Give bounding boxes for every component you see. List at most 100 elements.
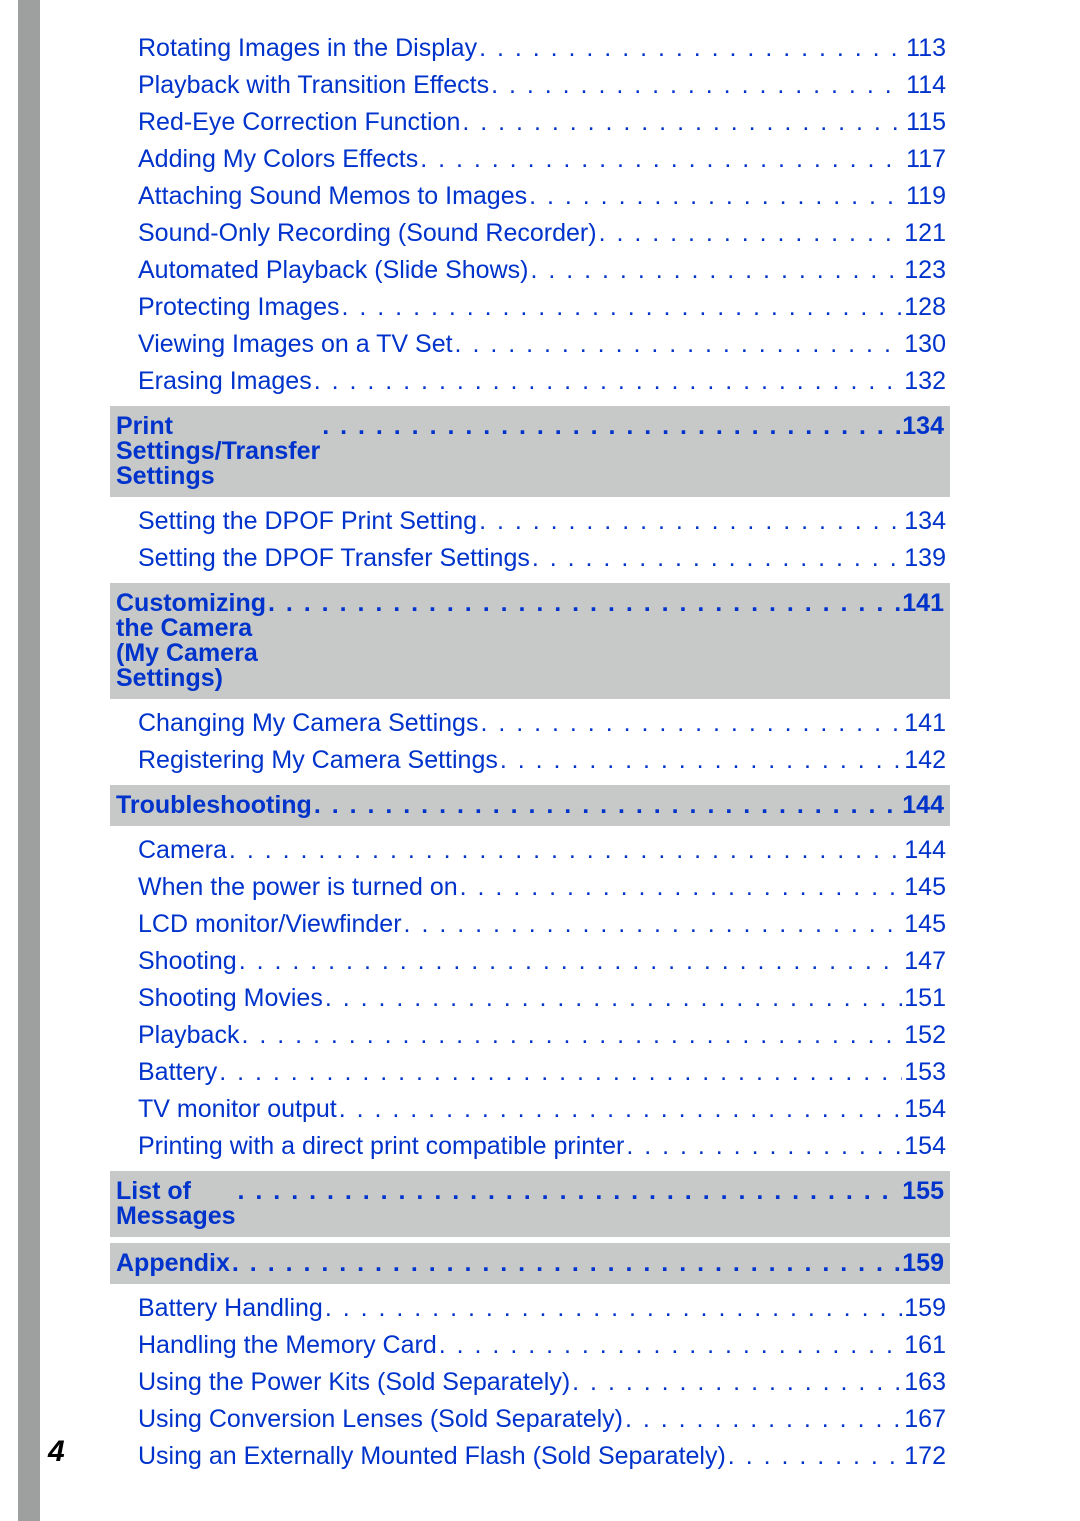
toc-title: Shooting Movies xyxy=(138,986,323,1011)
toc-leader-dots: . . . . . . . . . . . . . . . . . . . . … xyxy=(325,1296,902,1321)
toc-page: 130 xyxy=(904,332,946,357)
toc-leader-dots: . . . . . . . . . . . . . . . . . . . . … xyxy=(599,221,903,246)
toc-entry-row[interactable]: LCD monitor/Viewfinder. . . . . . . . . … xyxy=(110,906,950,943)
toc-section-row[interactable]: Customizing the Camera (My Camera Settin… xyxy=(110,583,950,699)
toc-leader-dots: . . . . . . . . . . . . . . . . . . . . … xyxy=(530,258,902,283)
toc-entry-row[interactable]: Shooting. . . . . . . . . . . . . . . . … xyxy=(110,943,950,980)
toc-leader-dots: . . . . . . . . . . . . . . . . . . . . … xyxy=(491,73,904,98)
toc-section-row[interactable]: Appendix. . . . . . . . . . . . . . . . … xyxy=(110,1243,950,1284)
toc-entry-row[interactable]: Battery. . . . . . . . . . . . . . . . .… xyxy=(110,1054,950,1091)
toc-title: Using an Externally Mounted Flash (Sold … xyxy=(138,1444,726,1469)
toc-entry-row[interactable]: Battery Handling. . . . . . . . . . . . … xyxy=(110,1290,950,1327)
toc-page: 114 xyxy=(906,73,946,98)
toc-entry-row[interactable]: Automated Playback (Slide Shows). . . . … xyxy=(110,252,950,289)
toc-title: Customizing the Camera (My Camera Settin… xyxy=(116,591,266,691)
toc-title: Viewing Images on a TV Set xyxy=(138,332,453,357)
toc-entry-row[interactable]: TV monitor output. . . . . . . . . . . .… xyxy=(110,1091,950,1128)
toc-page: 147 xyxy=(904,949,946,974)
toc-page: 159 xyxy=(902,1251,944,1276)
toc-entry-row[interactable]: Setting the DPOF Transfer Settings. . . … xyxy=(110,540,950,577)
toc-leader-dots: . . . . . . . . . . . . . . . . . . . . … xyxy=(322,414,900,439)
toc-section-row[interactable]: Troubleshooting. . . . . . . . . . . . .… xyxy=(110,785,950,826)
toc-entry-row[interactable]: Red-Eye Correction Function. . . . . . .… xyxy=(110,104,950,141)
toc-page: 119 xyxy=(906,184,946,209)
toc-leader-dots: . . . . . . . . . . . . . . . . . . . . … xyxy=(480,711,902,736)
toc-entry-row[interactable]: Using the Power Kits (Sold Separately). … xyxy=(110,1364,950,1401)
toc-leader-dots: . . . . . . . . . . . . . . . . . . . . … xyxy=(342,295,903,320)
toc-title: Adding My Colors Effects xyxy=(138,147,418,172)
toc-title: Setting the DPOF Print Setting xyxy=(138,509,477,534)
toc-title: List of Messages xyxy=(116,1179,236,1229)
toc-title: Battery xyxy=(138,1060,217,1085)
toc-title: Sound-Only Recording (Sound Recorder) xyxy=(138,221,597,246)
left-margin-bar xyxy=(18,0,40,1521)
toc-title: Red-Eye Correction Function xyxy=(138,110,460,135)
toc-title: Setting the DPOF Transfer Settings xyxy=(138,546,530,571)
toc-title: Playback xyxy=(138,1023,239,1048)
toc-page: 151 xyxy=(904,986,946,1011)
toc-title: TV monitor output xyxy=(138,1097,337,1122)
toc-leader-dots: . . . . . . . . . . . . . . . . . . . . … xyxy=(439,1333,903,1358)
toc-page: 154 xyxy=(904,1097,946,1122)
toc-entry-row[interactable]: Handling the Memory Card. . . . . . . . … xyxy=(110,1327,950,1364)
toc-leader-dots: . . . . . . . . . . . . . . . . . . . . … xyxy=(232,1251,900,1276)
toc-page: 144 xyxy=(902,793,944,818)
toc-page: 142 xyxy=(904,748,946,773)
toc-leader-dots: . . . . . . . . . . . . . . . . . . . . … xyxy=(241,1023,902,1048)
toc-page: 121 xyxy=(904,221,946,246)
toc-leader-dots: . . . . . . . . . . . . . . . . . . . . … xyxy=(238,1179,901,1204)
toc-title: Rotating Images in the Display xyxy=(138,36,477,61)
toc-title: Changing My Camera Settings xyxy=(138,711,478,736)
toc-entry-row[interactable]: Attaching Sound Memos to Images. . . . .… xyxy=(110,178,950,215)
toc-entry-row[interactable]: When the power is turned on. . . . . . .… xyxy=(110,869,950,906)
toc-title: Handling the Memory Card xyxy=(138,1333,437,1358)
toc-page: 141 xyxy=(902,591,944,616)
table-of-contents: Rotating Images in the Display . . . . . … xyxy=(110,30,950,1475)
toc-page: 153 xyxy=(904,1060,946,1085)
toc-title: Print Settings/Transfer Settings xyxy=(116,414,320,489)
toc-section-row[interactable]: List of Messages. . . . . . . . . . . . … xyxy=(110,1171,950,1237)
toc-entry-row[interactable]: Protecting Images. . . . . . . . . . . .… xyxy=(110,289,950,326)
toc-entry-row[interactable]: Using Conversion Lenses (Sold Separately… xyxy=(110,1401,950,1438)
toc-section-row[interactable]: Print Settings/Transfer Settings. . . . … xyxy=(110,406,950,497)
toc-entry-row[interactable]: Viewing Images on a TV Set. . . . . . . … xyxy=(110,326,950,363)
toc-leader-dots: . . . . . . . . . . . . . . . . . . . . … xyxy=(625,1407,902,1432)
toc-entry-row[interactable]: Setting the DPOF Print Setting. . . . . … xyxy=(110,503,950,540)
toc-title: When the power is turned on xyxy=(138,875,458,900)
toc-leader-dots: . . . . . . . . . . . . . . . . . . . . … xyxy=(420,147,904,172)
toc-leader-dots: . . . . . . . . . . . . . . . . . . . . … xyxy=(229,838,902,863)
toc-page: 123 xyxy=(904,258,946,283)
toc-entry-row[interactable]: Playback. . . . . . . . . . . . . . . . … xyxy=(110,1017,950,1054)
toc-page: 159 xyxy=(904,1296,946,1321)
toc-entry-row[interactable]: Shooting Movies. . . . . . . . . . . . .… xyxy=(110,980,950,1017)
toc-title: Appendix xyxy=(116,1251,230,1276)
toc-entry-row[interactable]: Erasing Images. . . . . . . . . . . . . … xyxy=(110,363,950,400)
toc-leader-dots: . . . . . . . . . . . . . . . . . . . . … xyxy=(339,1097,903,1122)
toc-leader-dots: . . . . . . . . . . . . . . . . . . . . … xyxy=(325,986,902,1011)
toc-entry-row[interactable]: Using an Externally Mounted Flash (Sold … xyxy=(110,1438,950,1475)
toc-title: Attaching Sound Memos to Images xyxy=(138,184,527,209)
toc-title: Camera xyxy=(138,838,227,863)
toc-title: Playback with Transition Effects xyxy=(138,73,489,98)
toc-entry-row[interactable]: Sound-Only Recording (Sound Recorder). .… xyxy=(110,215,950,252)
toc-entry-row[interactable]: Playback with Transition Effects. . . . … xyxy=(110,67,950,104)
toc-leader-dots: . . . . . . . . . . . . . . . . . . . . … xyxy=(529,184,904,209)
toc-leader-dots: . . . . . . . . . . . . . . . . . . . . … xyxy=(500,748,902,773)
toc-leader-dots: . . . . . . . . . . . . . . . . . . . . … xyxy=(532,546,902,571)
toc-page: 161 xyxy=(904,1333,946,1358)
document-page: Rotating Images in the Display . . . . . … xyxy=(0,0,1080,1521)
toc-title: Battery Handling xyxy=(138,1296,323,1321)
toc-leader-dots: . . . . . . . . . . . . . . . . . . . . … xyxy=(314,369,903,394)
toc-entry-row[interactable]: Printing with a direct print compatible … xyxy=(110,1128,950,1165)
toc-entry-row[interactable]: Registering My Camera Settings. . . . . … xyxy=(110,742,950,779)
toc-entry-row[interactable]: Changing My Camera Settings. . . . . . .… xyxy=(110,705,950,742)
toc-page: 115 xyxy=(906,110,946,135)
toc-entry-row[interactable]: Adding My Colors Effects. . . . . . . . … xyxy=(110,141,950,178)
toc-page: 163 xyxy=(904,1370,946,1395)
toc-page: 113 xyxy=(906,36,946,61)
toc-page: 144 xyxy=(904,838,946,863)
toc-leader-dots: . . . . . . . . . . . . . . . . . . . . … xyxy=(239,949,903,974)
toc-entry-row[interactable]: Rotating Images in the Display. . . . . … xyxy=(110,30,950,67)
toc-entry-row[interactable]: Camera. . . . . . . . . . . . . . . . . … xyxy=(110,832,950,869)
toc-leader-dots: . . . . . . . . . . . . . . . . . . . . … xyxy=(404,912,903,937)
